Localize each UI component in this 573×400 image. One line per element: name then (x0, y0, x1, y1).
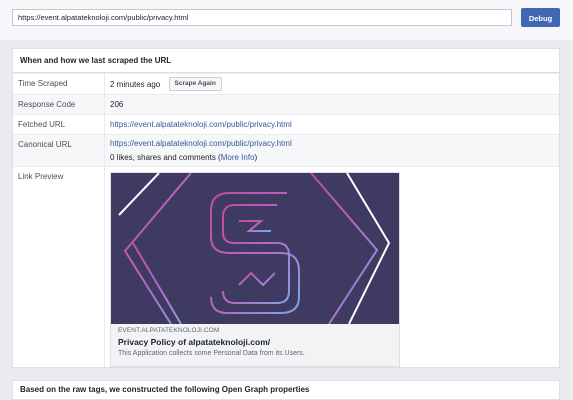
scrape-info-panel: When and how we last scraped the URL Tim… (12, 48, 560, 368)
response-code-value: 206 (110, 100, 124, 109)
engagement-stats: 0 likes, shares and comments (More Info) (110, 153, 257, 162)
preview-logo-image (111, 173, 399, 324)
preview-text-block: EVENT.ALPATATEKNOLOJI.COM Privacy Policy… (111, 324, 399, 359)
url-input[interactable] (12, 9, 512, 26)
row-fetched-url: Fetched URL https://event.alpatateknoloj… (13, 114, 559, 134)
preview-description: This Application collects some Personal … (118, 350, 305, 357)
time-scraped-value: 2 minutes ago (110, 80, 161, 90)
link-preview-label: Link Preview (13, 167, 105, 367)
more-info-link[interactable]: More Info (221, 153, 255, 162)
time-scraped-label: Time Scraped (13, 74, 105, 94)
canonical-url-label: Canonical URL (13, 135, 105, 166)
preview-domain: EVENT.ALPATATEKNOLOJI.COM (118, 327, 220, 334)
canonical-url-link[interactable]: https://event.alpatateknoloji.com/public… (110, 139, 292, 148)
row-time-scraped: Time Scraped 2 minutes ago Scrape Again (13, 73, 559, 94)
url-toolbar: Debug (0, 0, 573, 40)
fetched-url-label: Fetched URL (13, 115, 105, 134)
debug-button[interactable]: Debug (521, 8, 560, 27)
response-code-label: Response Code (13, 95, 105, 114)
link-preview-card[interactable]: EVENT.ALPATATEKNOLOJI.COM Privacy Policy… (110, 172, 400, 367)
panel-title: When and how we last scraped the URL (13, 49, 559, 73)
preview-title: Privacy Policy of alpatateknoloji.com/ (118, 337, 271, 347)
scrape-again-button[interactable]: Scrape Again (168, 77, 222, 91)
row-link-preview: Link Preview EVENT.ALPATATEKNOLOJI.COM P… (13, 166, 559, 367)
row-canonical-url: Canonical URL https://event.alpatateknol… (13, 134, 559, 166)
canonical-url-value-cell: https://event.alpatateknoloji.com/public… (110, 137, 292, 165)
row-response-code: Response Code 206 (13, 94, 559, 114)
engagement-stats-close: ) (254, 153, 258, 162)
engagement-stats-text: 0 likes, shares and comments ( (110, 153, 221, 162)
time-scraped-value-cell: 2 minutes ago Scrape Again (110, 77, 222, 92)
fetched-url-link[interactable]: https://event.alpatateknoloji.com/public… (110, 120, 292, 129)
og-properties-panel-header: Based on the raw tags, we constructed th… (12, 380, 560, 400)
fetched-url-value-cell: https://event.alpatateknoloji.com/public… (110, 120, 292, 129)
